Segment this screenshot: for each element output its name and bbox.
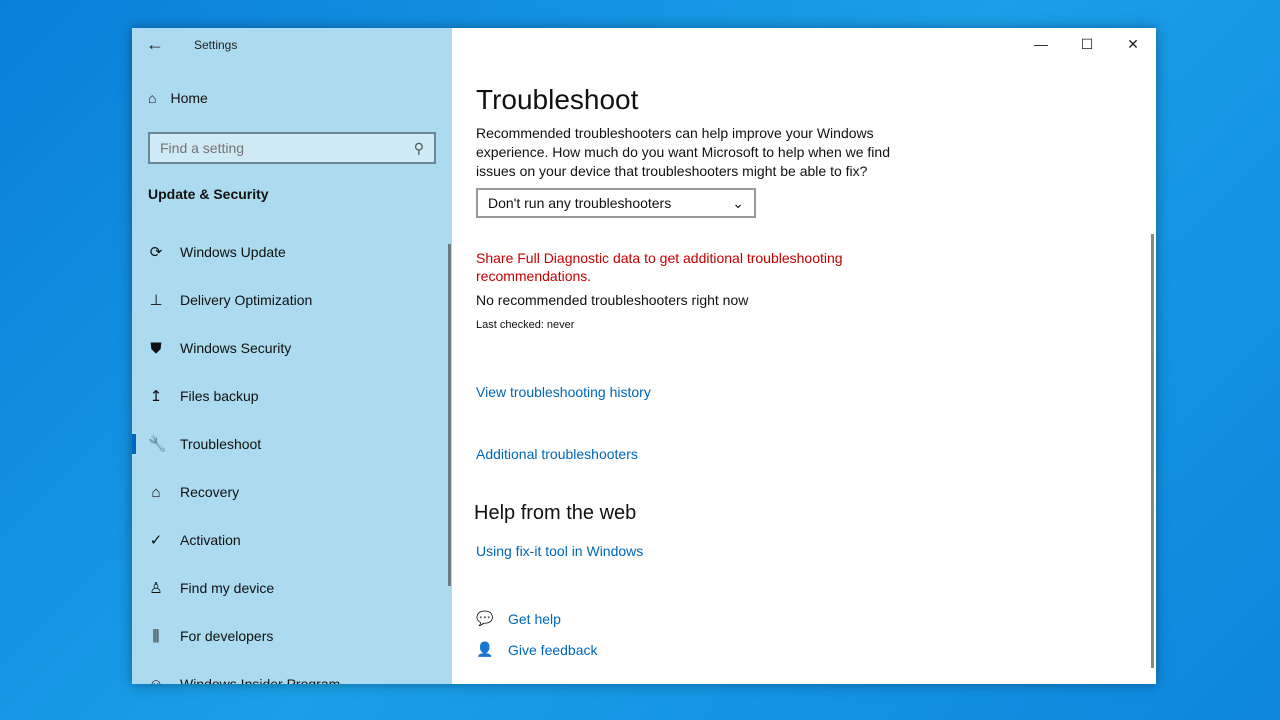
recovery-icon: ⌂ — [151, 483, 161, 501]
sidebar-item-find-my-device[interactable]: ♙ Find my device — [132, 564, 452, 612]
app-title: Settings — [194, 38, 238, 52]
sidebar-item-label: Windows Update — [180, 244, 286, 260]
sidebar-item-recovery[interactable]: ⌂ Recovery — [132, 468, 452, 516]
sidebar-item-for-developers[interactable]: ⫼ For developers — [132, 612, 452, 660]
additional-troubleshooters-link[interactable]: Additional troubleshooters — [476, 446, 638, 462]
description: Recommended troubleshooters can help imp… — [476, 125, 890, 179]
sidebar-item-troubleshoot[interactable]: 🔧 Troubleshoot — [132, 420, 452, 468]
help-chat-icon: 💬 — [476, 610, 494, 626]
help-heading: Help from the web — [474, 502, 637, 524]
dropdown-value: Don't run any troubleshooters — [488, 195, 672, 211]
sidebar-home[interactable]: ⌂ Home — [148, 90, 208, 106]
sidebar: ← Settings ⌂ Home ⚲ Update & Security ⟳ W… — [132, 28, 452, 684]
chevron-down-icon: ⌄ — [732, 194, 744, 211]
sidebar-item-delivery-optimization[interactable]: ⊥ Delivery Optimization — [132, 276, 452, 324]
get-help-link[interactable]: 💬 Get help — [476, 610, 561, 627]
diagnostic-data-link[interactable]: Share Full Diagnostic data to get additi… — [476, 249, 896, 285]
find-device-icon: ♙ — [149, 580, 163, 597]
sidebar-item-windows-security[interactable]: ⛊ Windows Security — [132, 324, 452, 372]
home-icon: ⌂ — [148, 90, 157, 106]
sidebar-item-label: Files backup — [180, 388, 259, 404]
search-input[interactable] — [160, 140, 414, 156]
content-pane: Troubleshoot Recommended troubleshooters… — [474, 28, 1156, 684]
backup-icon: ↥ — [149, 388, 163, 405]
sidebar-item-windows-update[interactable]: ⟳ Windows Update — [132, 228, 452, 276]
sidebar-item-label: Windows Security — [180, 340, 292, 356]
sidebar-item-label: Windows Insider Program — [180, 676, 341, 684]
sidebar-item-label: Find my device — [180, 580, 275, 596]
fixit-tool-link[interactable]: Using fix-it tool in Windows — [476, 543, 643, 559]
give-feedback-label: Give feedback — [508, 641, 598, 658]
delivery-icon: ⊥ — [149, 292, 163, 309]
refresh-icon: ⟳ — [149, 244, 163, 261]
home-label: Home — [170, 90, 208, 106]
sidebar-item-label: Delivery Optimization — [180, 292, 313, 308]
sidebar-item-label: Troubleshoot — [180, 436, 262, 452]
last-checked-text: Last checked: never — [476, 319, 575, 331]
search-icon[interactable]: ⚲ — [414, 140, 424, 157]
search-box[interactable]: ⚲ — [148, 132, 436, 164]
give-feedback-link[interactable]: 👤 Give feedback — [476, 641, 598, 658]
settings-window: ← Settings ⌂ Home ⚲ Update & Security ⟳ W… — [132, 28, 1156, 684]
back-arrow-icon[interactable]: ← — [146, 34, 164, 55]
sidebar-item-windows-insider[interactable]: ☺ Windows Insider Program — [132, 660, 452, 685]
sidebar-item-label: Activation — [180, 532, 241, 548]
section-heading: Update & Security — [148, 186, 269, 202]
sidebar-scrollbar[interactable] — [448, 244, 451, 586]
view-history-link[interactable]: View troubleshooting history — [476, 384, 651, 400]
sidebar-item-activation[interactable]: ✓ Activation — [132, 516, 452, 564]
sidebar-nav: ⟳ Windows Update ⊥ Delivery Optimization ⛊… — [132, 228, 452, 684]
developer-tools-icon: ⫼ — [152, 627, 160, 645]
troubleshooter-preference-dropdown[interactable]: Don't run any troubleshooters ⌄ — [476, 188, 756, 218]
page-title: Troubleshoot — [476, 84, 639, 115]
content-scrollbar[interactable] — [1151, 234, 1154, 668]
no-recommended-text: No recommended troubleshooters right now — [476, 292, 749, 308]
sidebar-item-label: For developers — [180, 628, 274, 644]
wrench-icon: 🔧 — [148, 436, 167, 453]
sidebar-item-label: Recovery — [180, 484, 240, 500]
insider-icon: ☺ — [148, 675, 164, 685]
sidebar-item-files-backup[interactable]: ↥ Files backup — [132, 372, 452, 420]
get-help-label: Get help — [508, 610, 561, 627]
check-circle-icon: ✓ — [149, 532, 163, 549]
shield-icon: ⛊ — [150, 339, 162, 357]
feedback-icon: 👤 — [476, 641, 494, 657]
